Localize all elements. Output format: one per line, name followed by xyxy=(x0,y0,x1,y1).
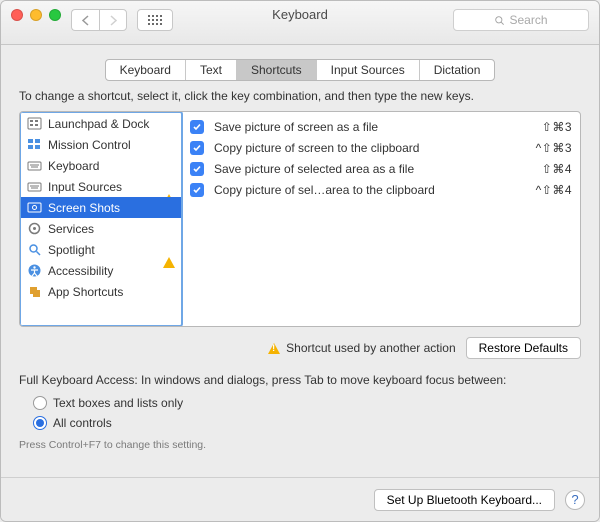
checkbox-icon[interactable] xyxy=(190,120,204,134)
restore-defaults-button[interactable]: Restore Defaults xyxy=(466,337,581,359)
tab-bar: KeyboardTextShortcutsInput SourcesDictat… xyxy=(1,59,599,81)
search-input[interactable]: Search xyxy=(453,9,589,31)
search-placeholder: Search xyxy=(509,13,547,27)
nav-buttons xyxy=(71,9,127,31)
bottom-bar: Set Up Bluetooth Keyboard... ? xyxy=(1,477,599,521)
shortcut-keys[interactable]: ⇧⌘3 xyxy=(542,120,572,134)
category-mission-control[interactable]: Mission Control xyxy=(21,134,181,155)
launchpad-icon xyxy=(27,116,42,131)
category-app-shortcuts[interactable]: App Shortcuts xyxy=(21,281,181,302)
shortcut-row[interactable]: Save picture of selected area as a file⇧… xyxy=(190,158,572,179)
radio-icon xyxy=(33,396,47,410)
category-list[interactable]: Launchpad & DockMission ControlKeyboardI… xyxy=(19,111,183,327)
instruction-text: To change a shortcut, select it, click t… xyxy=(19,89,581,103)
category-services[interactable]: Services xyxy=(21,218,181,239)
shortcut-row[interactable]: Copy picture of screen to the clipboard^… xyxy=(190,137,572,158)
services-icon xyxy=(27,221,42,236)
radio-icon xyxy=(33,416,47,430)
tab-text[interactable]: Text xyxy=(186,60,237,80)
fk-option-allcontrols[interactable]: All controls xyxy=(33,413,581,433)
tab-input-sources[interactable]: Input Sources xyxy=(317,60,420,80)
titlebar: Keyboard Search xyxy=(1,1,599,45)
checkbox-icon[interactable] xyxy=(190,183,204,197)
tab-keyboard[interactable]: Keyboard xyxy=(106,60,186,80)
shortcuts-panes: Launchpad & DockMission ControlKeyboardI… xyxy=(19,111,581,327)
zoom-icon[interactable] xyxy=(49,9,61,21)
tab-shortcuts[interactable]: Shortcuts xyxy=(237,60,317,80)
fk-option-textboxes[interactable]: Text boxes and lists only xyxy=(33,393,581,413)
bluetooth-keyboard-button[interactable]: Set Up Bluetooth Keyboard... xyxy=(374,489,555,511)
show-all-button[interactable] xyxy=(137,9,173,31)
shortcut-keys[interactable]: ⇧⌘4 xyxy=(542,162,572,176)
warning-icon xyxy=(268,343,280,354)
mission-icon xyxy=(27,137,42,152)
spotlight-icon xyxy=(27,242,42,257)
category-launchpad-dock[interactable]: Launchpad & Dock xyxy=(21,113,181,134)
checkbox-icon[interactable] xyxy=(190,141,204,155)
shortcut-keys[interactable]: ^⇧⌘4 xyxy=(536,183,572,197)
category-accessibility[interactable]: Accessibility xyxy=(21,260,181,281)
app-icon xyxy=(27,284,42,299)
help-button[interactable]: ? xyxy=(565,490,585,510)
fk-heading: Full Keyboard Access: In windows and dia… xyxy=(19,373,581,387)
tab-dictation[interactable]: Dictation xyxy=(420,60,495,80)
accessibility-icon xyxy=(27,263,42,278)
category-input-sources[interactable]: Input Sources xyxy=(21,176,181,197)
warning-icon xyxy=(163,180,175,194)
screenshot-icon xyxy=(27,200,42,215)
category-screen-shots[interactable]: Screen Shots xyxy=(21,197,181,218)
category-keyboard[interactable]: Keyboard xyxy=(21,155,181,176)
forward-button[interactable] xyxy=(99,9,127,31)
close-icon[interactable] xyxy=(11,9,23,21)
shortcut-row[interactable]: Save picture of screen as a file⇧⌘3 xyxy=(190,116,572,137)
fk-hint: Press Control+F7 to change this setting. xyxy=(19,439,581,451)
conflict-note: Shortcut used by another action xyxy=(268,341,455,355)
preferences-window: Keyboard Search KeyboardTextShortcutsInp… xyxy=(0,0,600,522)
warning-icon xyxy=(163,243,175,257)
search-icon xyxy=(494,15,505,26)
checkbox-icon[interactable] xyxy=(190,162,204,176)
keyboard-icon xyxy=(27,158,42,173)
shortcut-row[interactable]: Copy picture of sel…area to the clipboar… xyxy=(190,179,572,200)
keyboard-icon xyxy=(27,179,42,194)
back-button[interactable] xyxy=(71,9,99,31)
shortcut-keys[interactable]: ^⇧⌘3 xyxy=(536,141,572,155)
full-keyboard-access: Full Keyboard Access: In windows and dia… xyxy=(19,373,581,433)
shortcut-list[interactable]: Save picture of screen as a file⇧⌘3Copy … xyxy=(182,112,580,326)
minimize-icon[interactable] xyxy=(30,9,42,21)
category-spotlight[interactable]: Spotlight xyxy=(21,239,181,260)
window-controls xyxy=(11,9,61,21)
